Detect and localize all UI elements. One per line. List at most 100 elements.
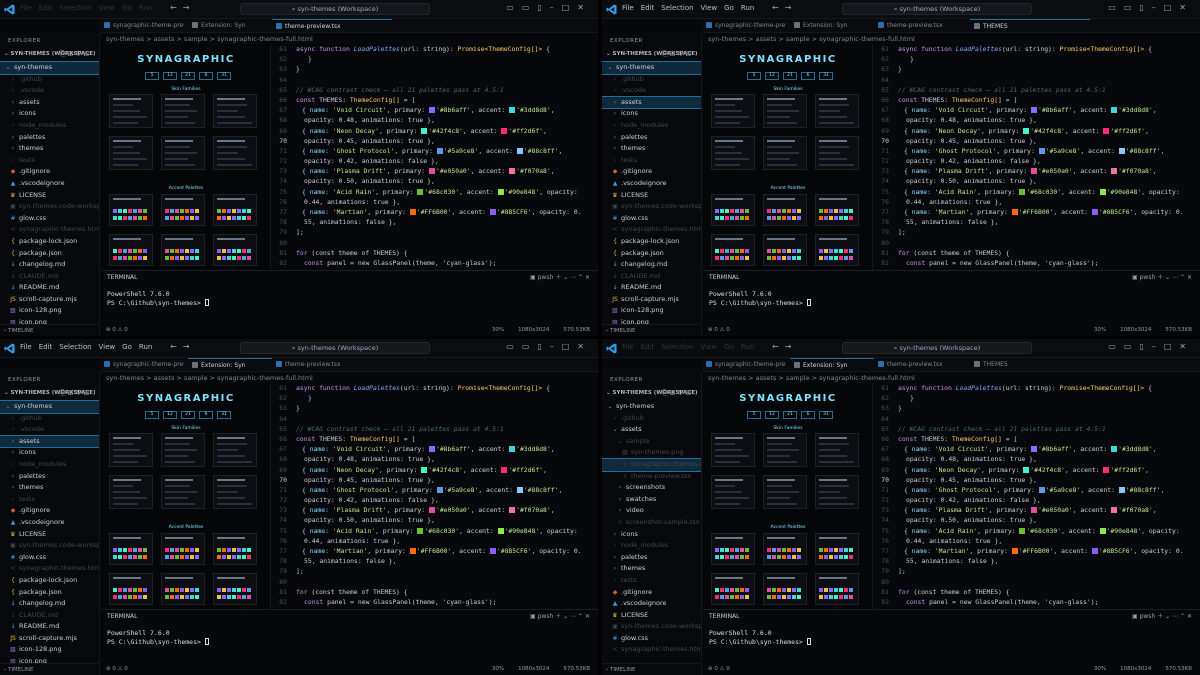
tree-item[interactable]: ↓ README.md xyxy=(0,282,99,294)
close-panel-icon[interactable]: ✕ xyxy=(1187,274,1192,281)
new-file-icon[interactable]: ⎘ xyxy=(662,50,670,58)
terminal-output[interactable]: PowerShell 7.6.0 PS C:\Github\syn-themes> xyxy=(101,629,598,647)
tree-item[interactable]: {package.json xyxy=(0,248,99,260)
tree-item[interactable]: › tests xyxy=(0,155,99,167)
layout-icon[interactable]: ▭ xyxy=(1108,3,1124,12)
status-item[interactable]: 570.53KB xyxy=(563,327,590,333)
tree-item[interactable]: ▲ .vscodeignore xyxy=(602,178,701,190)
back-arrow-icon[interactable]: ← xyxy=(772,342,785,351)
layout-icon[interactable]: ▭ xyxy=(506,3,522,12)
tree-item[interactable]: › tests xyxy=(602,575,701,587)
close-icon[interactable]: ✕ xyxy=(1179,3,1194,12)
timeline-panel[interactable]: › TIMELINE xyxy=(0,663,99,675)
command-center[interactable]: ⌕ syn-themes (Workspace) xyxy=(842,342,1032,354)
more-icon[interactable]: ⋯ xyxy=(570,613,576,620)
tree-item[interactable]: ↓ changelog.md xyxy=(0,598,99,610)
layout-icon[interactable]: ▭ xyxy=(1124,3,1140,12)
close-panel-icon[interactable]: ✕ xyxy=(1187,613,1192,620)
menu-file[interactable]: File xyxy=(20,4,32,12)
terminal-shell-label[interactable]: pwsh xyxy=(538,274,554,281)
tree-item[interactable]: ⚛ screenshot-sample.tsx xyxy=(602,517,701,529)
tree-item[interactable]: › video xyxy=(602,505,701,517)
tree-item[interactable]: {package-lock.json xyxy=(0,575,99,587)
tree-item[interactable]: › .github xyxy=(0,74,99,86)
tree-item[interactable]: ▧ icon-128.png xyxy=(0,305,99,317)
chevron-down-icon[interactable]: ⌄ xyxy=(1165,274,1170,281)
terminal-shell-label[interactable]: pwsh xyxy=(1140,613,1156,620)
tree-item[interactable]: › .github xyxy=(0,413,99,425)
tree-item[interactable]: ▲ .vscodeignore xyxy=(602,598,701,610)
menu-run[interactable]: Run xyxy=(139,343,152,351)
menu-go[interactable]: Go xyxy=(122,4,132,12)
tree-item[interactable]: ▣syn-themes.code-workspace xyxy=(0,201,99,213)
tree-item[interactable]: < synagraphic-themes.html xyxy=(602,644,701,656)
chevron-down-icon[interactable]: ⌄ xyxy=(563,613,568,620)
close-icon[interactable]: ✕ xyxy=(1179,342,1194,351)
status-item[interactable]: 570.53KB xyxy=(563,666,590,672)
terminal-tab[interactable]: TERMINAL xyxy=(709,274,740,281)
tab-1[interactable]: Extension: Syn xyxy=(790,19,874,33)
code-editor[interactable]: 61 async function LoadPalettes(url: strin… xyxy=(271,383,598,609)
menu-file[interactable]: File xyxy=(20,343,32,351)
status-item[interactable]: 1080x3024 xyxy=(518,327,549,333)
maximize-panel-icon[interactable]: ⌃ xyxy=(1180,274,1185,281)
status-item[interactable]: 30% xyxy=(1094,327,1106,333)
layout-icon[interactable]: ▭ xyxy=(1108,342,1124,351)
tree-item[interactable]: # glow.css xyxy=(602,633,701,645)
tab-2[interactable]: theme-preview.tsx xyxy=(272,358,392,372)
menu-run[interactable]: Run xyxy=(741,343,754,351)
tree-item[interactable]: {package-lock.json xyxy=(602,236,701,248)
collapse-icon[interactable]: ⊟ xyxy=(685,389,693,397)
tree-item[interactable]: › .vscode xyxy=(0,85,99,97)
tree-item[interactable]: ⌄ sample xyxy=(602,436,701,448)
chevron-down-icon[interactable]: ⌄ xyxy=(563,274,568,281)
timeline-panel[interactable]: › TIMELINE xyxy=(602,663,701,675)
menu-go[interactable]: Go xyxy=(122,343,132,351)
tree-item[interactable]: › tests xyxy=(602,155,701,167)
code-editor[interactable]: 61 async function LoadPalettes(url: strin… xyxy=(271,44,598,270)
ports-icon[interactable]: ⊗ 0 ⚠ 0 xyxy=(106,663,128,675)
tree-item[interactable]: ◆ .gitignore xyxy=(602,166,701,178)
layout-icon[interactable]: ▭ xyxy=(522,3,538,12)
tree-item[interactable]: › node_modules xyxy=(0,120,99,132)
layout-icon[interactable]: ▯ xyxy=(537,3,549,12)
status-item[interactable]: 570.53KB xyxy=(1165,666,1192,672)
menu-edit[interactable]: Edit xyxy=(641,343,655,351)
tree-item[interactable]: › assets xyxy=(0,434,99,449)
tree-item[interactable]: ▧ icon-128.png xyxy=(602,305,701,317)
tree-item[interactable]: ▲ .vscodeignore xyxy=(0,517,99,529)
menu-go[interactable]: Go xyxy=(724,4,734,12)
command-center[interactable]: ⌕ syn-themes (Workspace) xyxy=(240,342,430,354)
tab-1[interactable]: Extension: Syn xyxy=(188,358,272,372)
forward-arrow-icon[interactable]: → xyxy=(183,3,196,12)
new-file-icon[interactable]: ⎘ xyxy=(60,389,68,397)
tree-item[interactable]: › themes xyxy=(0,482,99,494)
terminal-shell-label[interactable]: pwsh xyxy=(538,613,554,620)
close-icon[interactable]: ✕ xyxy=(577,342,592,351)
tree-item[interactable]: # glow.css xyxy=(0,213,99,225)
tree-item[interactable]: › palettes xyxy=(0,132,99,144)
menu-edit[interactable]: Edit xyxy=(39,4,53,12)
tab-1[interactable]: Extension: Syn xyxy=(188,19,272,33)
tree-item[interactable]: {package.json xyxy=(0,587,99,599)
layout-icon[interactable]: ▯ xyxy=(1139,342,1151,351)
code-editor[interactable]: 61 async function LoadPalettes(url: strin… xyxy=(873,44,1200,270)
tree-item[interactable]: ◆ .gitignore xyxy=(602,587,701,599)
status-item[interactable]: 30% xyxy=(492,327,504,333)
menu-run[interactable]: Run xyxy=(741,4,754,12)
tree-item[interactable]: ⌄ syn-themes xyxy=(602,61,701,75)
tab-0[interactable]: synagraphic-theme-preview.html xyxy=(702,19,786,33)
maximize-panel-icon[interactable]: ⌃ xyxy=(1180,613,1185,620)
tree-item[interactable]: › assets xyxy=(0,97,99,109)
menu-view[interactable]: View xyxy=(99,4,116,12)
menu-go[interactable]: Go xyxy=(724,343,734,351)
tree-item[interactable]: › tests xyxy=(0,494,99,506)
tree-item[interactable]: < synagraphic-themes.html xyxy=(0,224,99,236)
menu-run[interactable]: Run xyxy=(139,4,152,12)
maximize-icon[interactable]: □ xyxy=(1164,3,1180,12)
layout-icon[interactable]: ▭ xyxy=(506,342,522,351)
tree-item[interactable]: ♛ LICENSE xyxy=(602,190,701,202)
menu-edit[interactable]: Edit xyxy=(39,343,53,351)
tree-item[interactable]: › themes xyxy=(602,563,701,575)
tree-item[interactable]: › .github xyxy=(602,413,701,425)
